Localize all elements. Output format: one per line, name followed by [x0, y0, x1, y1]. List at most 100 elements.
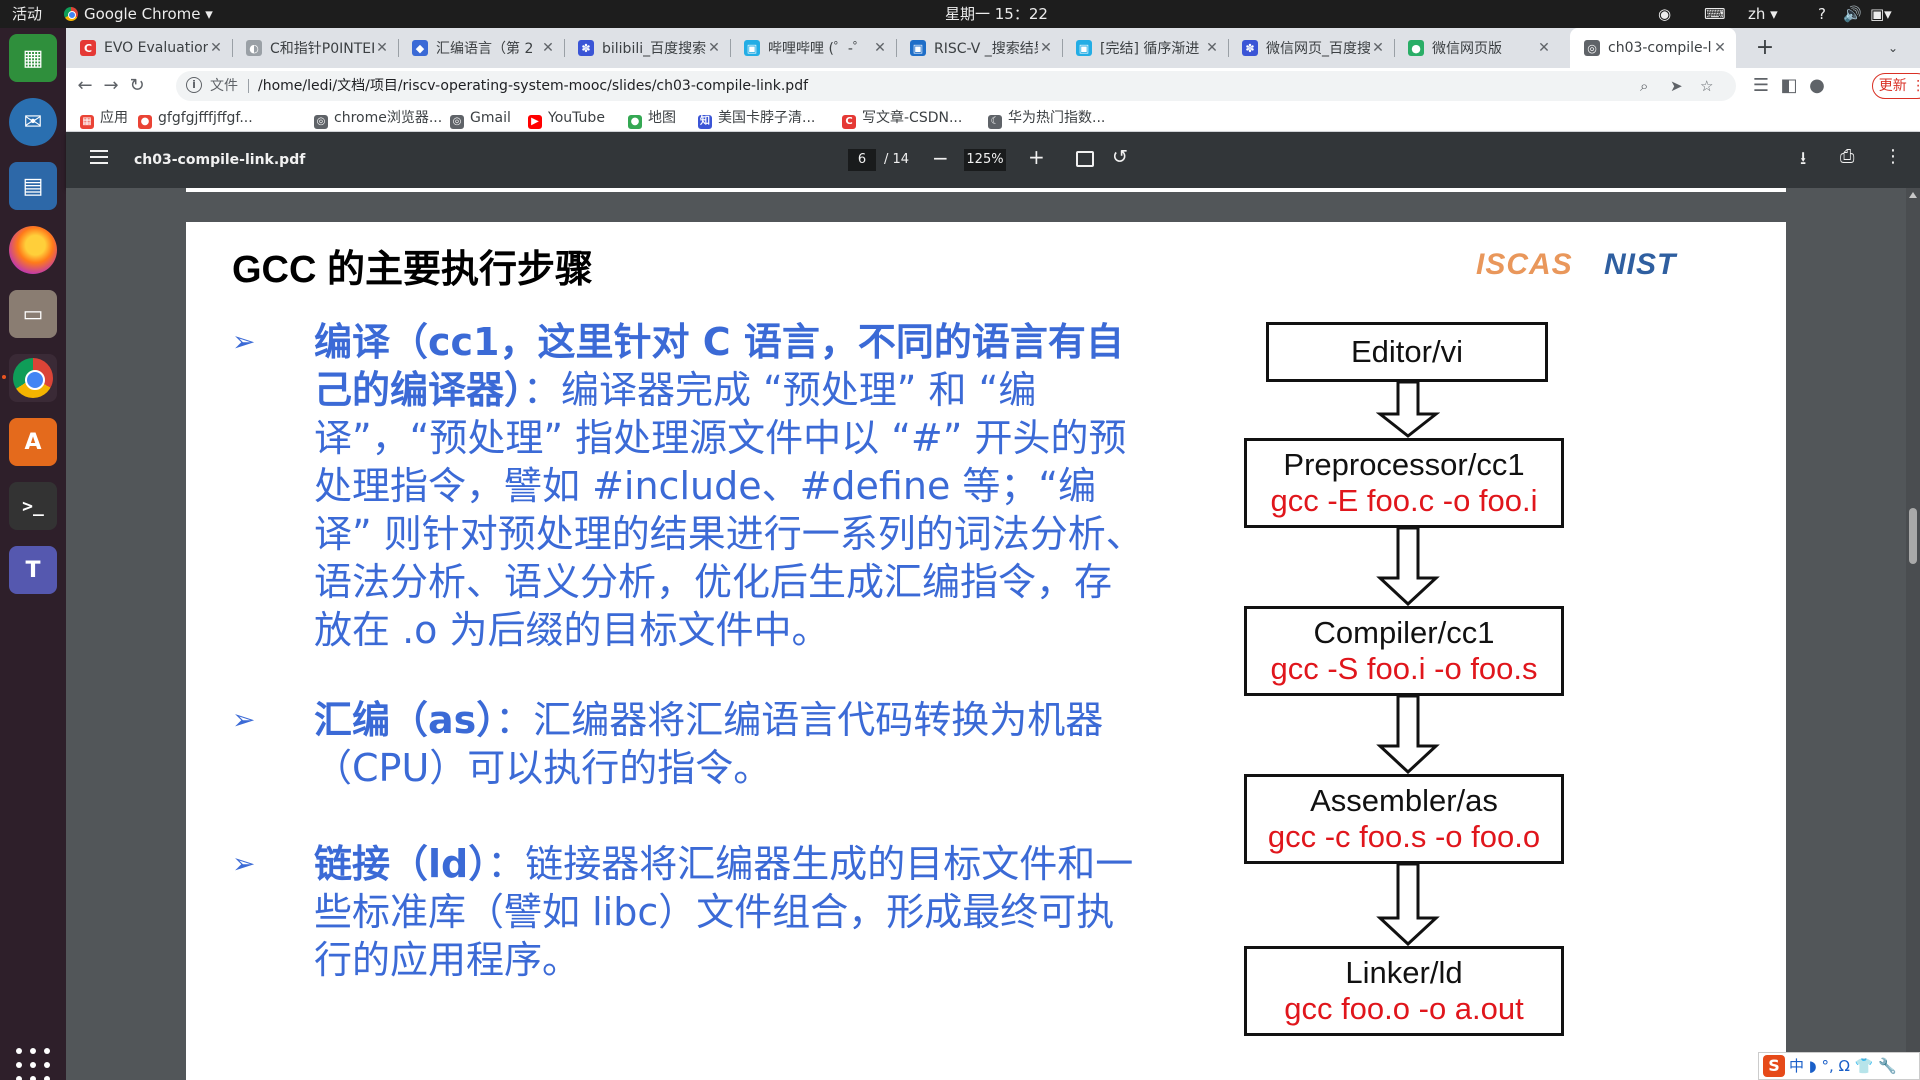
- tab-favicon-icon: ◎: [1584, 40, 1600, 56]
- activities-button[interactable]: 活动: [12, 0, 42, 28]
- show-applications-icon[interactable]: [16, 1048, 50, 1080]
- help-icon[interactable]: ?: [1818, 0, 1826, 28]
- tab-close-icon[interactable]: ✕: [374, 40, 390, 56]
- address-bar[interactable]: i 文件 /home/ledi/文档/项目/riscv-operating-sy…: [176, 71, 1736, 101]
- bookmark-item[interactable]: ☾ 华为热门指数...: [988, 104, 1105, 132]
- tab-title: 微信网页版: [1432, 41, 1502, 57]
- chrome-dock-icon[interactable]: [9, 354, 57, 402]
- url-text[interactable]: /home/ledi/文档/项目/riscv-operating-system-…: [258, 71, 808, 101]
- bookmark-item[interactable]: 知美国卡脖子清...: [698, 104, 815, 132]
- chrome-update-button[interactable]: 更新 ⋮: [1872, 73, 1920, 99]
- teams-tray-icon[interactable]: ◉: [1658, 0, 1671, 28]
- browser-tab-active[interactable]: ◎ ch03-compile-link✕: [1570, 28, 1736, 68]
- tab-close-icon[interactable]: ✕: [872, 40, 888, 56]
- browser-tab[interactable]: ▣ 哔哩哔哩 (゜-゜ ✕: [730, 28, 896, 68]
- tab-title: EVO Evaluation: [104, 40, 208, 56]
- gnome-top-bar: 活动 Google Chrome ▾ 星期一 15：22 ◉ ⌨ zh ▾ ? …: [0, 0, 1920, 28]
- mail-app-icon[interactable]: ✉: [9, 98, 57, 146]
- bookmark-apps[interactable]: ▦ 应用: [80, 104, 128, 132]
- zoom-magnifier-icon[interactable]: ⌕: [1640, 71, 1648, 101]
- bookmark-youtube[interactable]: ▶ YouTube: [528, 104, 605, 132]
- tab-close-icon[interactable]: ✕: [1038, 40, 1054, 56]
- reload-icon[interactable]: ↻: [124, 73, 150, 99]
- app-menu[interactable]: Google Chrome ▾: [64, 0, 213, 28]
- scrollbar-thumb[interactable]: [1909, 508, 1917, 564]
- spreadsheet-app-icon[interactable]: ▦: [9, 34, 57, 82]
- profile-avatar-icon[interactable]: ●: [1804, 73, 1830, 99]
- browser-tab[interactable]: ● 微信网页版 ✕: [1394, 28, 1560, 68]
- print-icon[interactable]: ⎙: [1840, 146, 1854, 167]
- keyboard-icon[interactable]: ⌨: [1704, 0, 1726, 28]
- rotate-icon[interactable]: ↺: [1112, 146, 1128, 168]
- browser-tab[interactable]: ▣ [完结] 循序渐进 ✕: [1062, 28, 1228, 68]
- scroll-up-arrow-icon[interactable]: [1909, 192, 1917, 198]
- volume-icon[interactable]: 🔊: [1843, 0, 1862, 28]
- tab-title: 汇编语言（第 2: [436, 41, 534, 57]
- software-center-icon[interactable]: A: [9, 418, 57, 466]
- teams-app-icon[interactable]: T: [9, 546, 57, 594]
- bookmark-star-icon[interactable]: ☆: [1700, 71, 1713, 101]
- bookmark-favicon-icon: ●: [138, 115, 152, 129]
- forward-arrow-icon[interactable]: →: [98, 73, 124, 99]
- tab-title: 微信网页_百度搜: [1266, 41, 1370, 57]
- tab-close-icon[interactable]: ✕: [1712, 40, 1728, 56]
- bookmark-favicon-icon: ☾: [988, 115, 1002, 129]
- browser-tab[interactable]: ◐ C和指针P0INTER ✕: [232, 28, 398, 68]
- side-panel-icon[interactable]: ◧: [1776, 73, 1802, 99]
- zoom-out-button[interactable]: −: [932, 146, 949, 170]
- flow-arrow-down-icon: [1376, 696, 1440, 774]
- input-language-menu[interactable]: zh ▾: [1748, 0, 1778, 28]
- flow-box-assembler: Assembler/as gcc -c foo.s -o foo.o: [1244, 774, 1564, 864]
- zoom-in-button[interactable]: +: [1028, 145, 1045, 169]
- reading-list-icon[interactable]: ☰: [1748, 73, 1774, 99]
- browser-tab[interactable]: C EVO Evaluation ✕: [66, 28, 232, 68]
- tab-close-icon[interactable]: ✕: [208, 40, 224, 56]
- tab-favicon-icon: ▣: [1076, 40, 1092, 56]
- browser-tab[interactable]: ✽ bilibili_百度搜索 ✕: [564, 28, 730, 68]
- send-to-devices-icon[interactable]: ➤: [1670, 71, 1683, 101]
- download-icon[interactable]: ⭳: [1800, 146, 1806, 176]
- tab-close-icon[interactable]: ✕: [1536, 40, 1552, 56]
- bookmark-item[interactable]: ● gfgfgjfffjffgf...: [138, 104, 253, 132]
- tab-title: RISC-V _搜索结果: [934, 41, 1038, 57]
- tab-search-chevron-icon[interactable]: ⌄: [1888, 28, 1898, 68]
- site-info-icon[interactable]: i: [186, 77, 202, 93]
- app-menu-label: Google Chrome ▾: [84, 5, 213, 23]
- bookmark-item[interactable]: ◎ chrome浏览器...: [314, 104, 442, 132]
- pdf-zoom-input[interactable]: 125%: [964, 149, 1006, 171]
- bookmarks-bar: ▦ 应用 ● gfgfgjfffjffgf... ◎ chrome浏览器... ◎ Gm…: [66, 104, 1920, 132]
- tab-favicon-icon: ▣: [910, 40, 926, 56]
- tab-close-icon[interactable]: ✕: [540, 40, 556, 56]
- back-arrow-icon[interactable]: ←: [72, 73, 98, 99]
- browser-tab[interactable]: ▣ RISC-V _搜索结果 ✕: [896, 28, 1062, 68]
- bookmark-gmail[interactable]: ◎ Gmail: [450, 104, 511, 132]
- clock[interactable]: 星期一 15：22: [945, 0, 1048, 28]
- ime-status-bar[interactable]: S中 ◗ °, Ω 👕 🔧: [1758, 1052, 1920, 1080]
- power-menu-icon[interactable]: ▣▾: [1870, 0, 1892, 28]
- flow-arrow-down-icon: [1376, 864, 1440, 946]
- running-indicator: [2, 375, 6, 379]
- bookmark-csdn[interactable]: C 写文章-CSDN...: [842, 104, 962, 132]
- tab-close-icon[interactable]: ✕: [1204, 40, 1220, 56]
- tab-favicon-icon: ✽: [578, 40, 594, 56]
- pdf-scrollbar[interactable]: [1906, 188, 1920, 1080]
- files-app-icon[interactable]: ▭: [9, 290, 57, 338]
- tab-close-icon[interactable]: ✕: [1370, 40, 1386, 56]
- scheme-chip: 文件: [210, 78, 238, 94]
- nist-logo: NIST: [1604, 248, 1677, 281]
- tab-favicon-icon: C: [80, 40, 96, 56]
- more-options-icon[interactable]: ⋮: [1884, 146, 1902, 167]
- bookmark-maps[interactable]: ● 地图: [628, 104, 676, 132]
- new-tab-button[interactable]: +: [1745, 28, 1785, 68]
- browser-tab[interactable]: ◆ 汇编语言（第 2 ✕: [398, 28, 564, 68]
- pdf-sidebar-menu-icon[interactable]: [90, 150, 108, 170]
- tab-title: C和指针P0INTER: [270, 41, 374, 57]
- pdf-page-input[interactable]: 6: [848, 149, 876, 171]
- writer-app-icon[interactable]: ▤: [9, 162, 57, 210]
- pdf-viewer[interactable]: GCC 的主要执行步骤 ISCAS NIST ➢ 编译（cc1，这里针对 C 语…: [66, 188, 1920, 1080]
- firefox-icon[interactable]: [9, 226, 57, 274]
- browser-tab[interactable]: ✽ 微信网页_百度搜 ✕: [1228, 28, 1394, 68]
- terminal-icon[interactable]: >_: [9, 482, 57, 530]
- fit-to-page-icon[interactable]: [1076, 151, 1094, 167]
- tab-close-icon[interactable]: ✕: [706, 40, 722, 56]
